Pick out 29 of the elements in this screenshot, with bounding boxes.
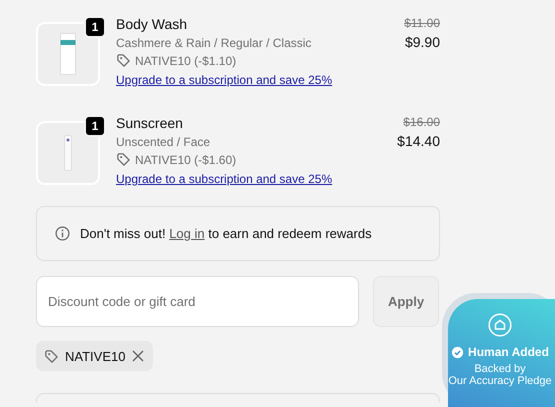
info-icon xyxy=(55,226,70,241)
tag-icon xyxy=(116,53,131,68)
product-price: $14.40 xyxy=(397,133,440,149)
tag-icon xyxy=(44,348,59,364)
quantity-badge: 1 xyxy=(84,115,106,137)
upgrade-link[interactable]: Upgrade to a subscription and save 25% xyxy=(116,172,382,186)
rewards-message: Don't miss out! Log in to earn and redeem rewards xyxy=(80,226,372,241)
quantity-badge: 1 xyxy=(84,16,106,38)
badge-title: Human Added xyxy=(468,345,549,359)
check-icon xyxy=(451,346,464,358)
product-variant: Unscented / Face xyxy=(116,135,212,149)
upgrade-link[interactable]: Upgrade to a subscription and save 25% xyxy=(116,73,388,87)
login-link[interactable]: Log in xyxy=(169,226,205,241)
original-price: $11.00 xyxy=(404,16,440,30)
product-variant: Cashmere & Rain / Regular / Classic xyxy=(116,36,312,50)
close-icon[interactable] xyxy=(131,349,146,363)
house-icon xyxy=(488,313,512,337)
discount-text: NATIVE10 (-$1.60) xyxy=(135,152,236,166)
code-text: NATIVE10 xyxy=(65,348,126,364)
product-name: Sunscreen xyxy=(116,115,184,131)
original-price: $16.00 xyxy=(403,115,440,129)
badge-subtitle: Our Accuracy Pledge xyxy=(448,375,552,387)
apply-button[interactable]: Apply xyxy=(373,276,439,327)
product-name: Body Wash xyxy=(116,16,188,32)
tag-icon xyxy=(116,152,131,167)
discount-input[interactable]: Discount code or gift card xyxy=(36,276,359,327)
product-price: $9.90 xyxy=(404,34,440,50)
discount-text: NATIVE10 (-$1.10) xyxy=(135,54,236,68)
badge-subtitle: Backed by xyxy=(474,363,526,375)
